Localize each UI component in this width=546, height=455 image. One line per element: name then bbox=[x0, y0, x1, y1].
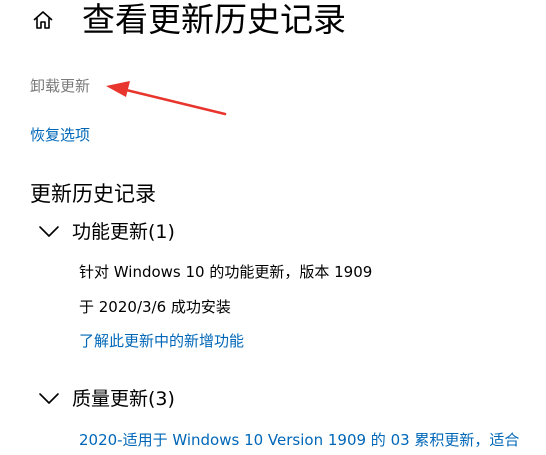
recovery-options-link[interactable]: 恢复选项 bbox=[30, 125, 90, 145]
update-history-title: 更新历史记录 bbox=[30, 182, 156, 206]
feature-updates-label: 功能更新(1) bbox=[72, 221, 175, 243]
home-icon[interactable] bbox=[32, 9, 54, 31]
uninstall-updates-link[interactable]: 卸载更新 bbox=[30, 76, 90, 96]
feature-update-status: 于 2020/3/6 成功安装 bbox=[79, 298, 231, 316]
learn-whats-new-link[interactable]: 了解此更新中的新增功能 bbox=[79, 331, 244, 351]
quality-update-link[interactable]: 2020-适用于 Windows 10 Version 1909 的 03 累积… bbox=[79, 430, 546, 450]
page-title: 查看更新历史记录 bbox=[82, 0, 346, 39]
quality-updates-label: 质量更新(3) bbox=[72, 388, 175, 410]
annotation-arrow-icon bbox=[106, 81, 227, 116]
chevron-down-icon bbox=[39, 393, 59, 404]
chevron-down-icon bbox=[39, 226, 59, 237]
feature-updates-toggle[interactable]: 功能更新(1) bbox=[38, 218, 175, 246]
quality-updates-toggle[interactable]: 质量更新(3) bbox=[38, 385, 175, 413]
feature-update-name: 针对 Windows 10 的功能更新，版本 1909 bbox=[79, 263, 373, 281]
